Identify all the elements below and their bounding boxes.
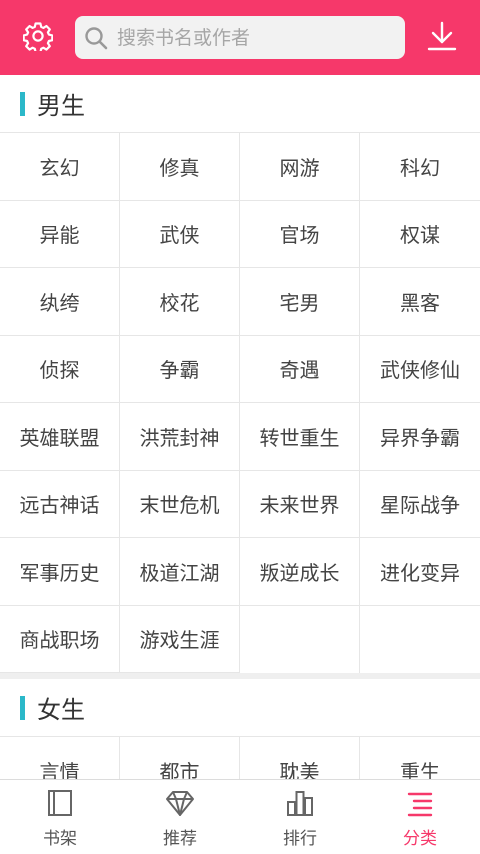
download-icon bbox=[426, 20, 458, 56]
category-item[interactable]: 官场 bbox=[240, 200, 360, 268]
category-item[interactable]: 游戏生涯 bbox=[120, 605, 240, 673]
category-item[interactable]: 权谋 bbox=[360, 200, 480, 268]
category-grid-male: 玄幻 修真 网游 科幻异能 武侠 官场 权谋纨绔 校花 宅男 黑客侦探 争霸 奇遇 武侠修仙英雄联盟 洪荒… bbox=[0, 132, 480, 673]
category-item[interactable]: 重生 bbox=[360, 737, 480, 779]
category-item[interactable]: 耽美 bbox=[240, 737, 360, 779]
category-item[interactable]: 宅男 bbox=[240, 268, 360, 336]
search-box[interactable] bbox=[75, 16, 405, 59]
bookshelf-icon bbox=[43, 786, 77, 820]
section-title-female: 女生 bbox=[0, 679, 480, 736]
settings-button[interactable] bbox=[18, 18, 58, 58]
bottom-tab-bar: 书架 推荐 排行 分类 bbox=[0, 779, 480, 854]
category-item[interactable]: 奇遇 bbox=[240, 335, 360, 403]
tab-bookshelf[interactable]: 书架 bbox=[0, 780, 120, 854]
category-item[interactable]: 末世危机 bbox=[120, 470, 240, 538]
category-item[interactable]: 黑客 bbox=[360, 268, 480, 336]
tab-ranking[interactable]: 排行 bbox=[240, 780, 360, 854]
section-title-text: 男生 bbox=[37, 92, 85, 120]
download-button[interactable] bbox=[422, 18, 462, 58]
category-item[interactable]: 科幻 bbox=[360, 133, 480, 201]
category-item[interactable]: 转世重生 bbox=[240, 403, 360, 471]
category-item[interactable]: 洪荒封神 bbox=[120, 403, 240, 471]
category-item[interactable]: 叛逆成长 bbox=[240, 538, 360, 606]
category-item[interactable]: 军事历史 bbox=[0, 538, 120, 606]
section-title-male: 男生 bbox=[0, 75, 480, 132]
category-item[interactable]: 进化变异 bbox=[360, 538, 480, 606]
category-item[interactable]: 侦探 bbox=[0, 335, 120, 403]
category-item[interactable]: 异能 bbox=[0, 200, 120, 268]
category-grid-female: 言情 都市 耽美 重生 bbox=[0, 736, 480, 779]
category-item[interactable]: 武侠修仙 bbox=[360, 335, 480, 403]
tab-label: 推荐 bbox=[163, 828, 197, 849]
category-item[interactable]: 言情 bbox=[0, 737, 120, 779]
category-content[interactable]: 男生 玄幻 修真 网游 科幻异能 武侠 官场 权谋纨绔 校花 宅男 黑客侦探 争霸 奇遇 武侠修仙英雄联… bbox=[0, 75, 480, 779]
category-item[interactable]: 远古神话 bbox=[0, 470, 120, 538]
category-item[interactable]: 极道江湖 bbox=[120, 538, 240, 606]
category-item[interactable]: 武侠 bbox=[120, 200, 240, 268]
gear-icon bbox=[22, 21, 54, 55]
category-list-icon bbox=[403, 786, 437, 820]
app-header bbox=[0, 0, 480, 75]
tab-category[interactable]: 分类 bbox=[360, 780, 480, 854]
empty-cell bbox=[240, 605, 360, 673]
section-accent-bar bbox=[20, 695, 25, 720]
tab-label: 排行 bbox=[283, 828, 317, 849]
category-item[interactable]: 纨绔 bbox=[0, 268, 120, 336]
category-item[interactable]: 星际战争 bbox=[360, 470, 480, 538]
category-item[interactable]: 争霸 bbox=[120, 335, 240, 403]
tab-label: 书架 bbox=[43, 828, 77, 849]
category-item[interactable]: 都市 bbox=[120, 737, 240, 779]
tab-label: 分类 bbox=[403, 828, 437, 849]
category-item[interactable]: 校花 bbox=[120, 268, 240, 336]
search-input[interactable] bbox=[117, 26, 387, 49]
section-title-text: 女生 bbox=[37, 696, 85, 724]
tab-recommend[interactable]: 推荐 bbox=[120, 780, 240, 854]
section-accent-bar bbox=[20, 91, 25, 116]
bar-chart-icon bbox=[283, 786, 317, 820]
category-item[interactable]: 商战职场 bbox=[0, 605, 120, 673]
category-item[interactable]: 未来世界 bbox=[240, 470, 360, 538]
category-item[interactable]: 异界争霸 bbox=[360, 403, 480, 471]
search-icon bbox=[83, 25, 109, 51]
category-item[interactable]: 玄幻 bbox=[0, 133, 120, 201]
empty-cell bbox=[360, 605, 480, 673]
diamond-icon bbox=[163, 786, 197, 820]
category-item[interactable]: 修真 bbox=[120, 133, 240, 201]
category-item[interactable]: 英雄联盟 bbox=[0, 403, 120, 471]
category-item[interactable]: 网游 bbox=[240, 133, 360, 201]
